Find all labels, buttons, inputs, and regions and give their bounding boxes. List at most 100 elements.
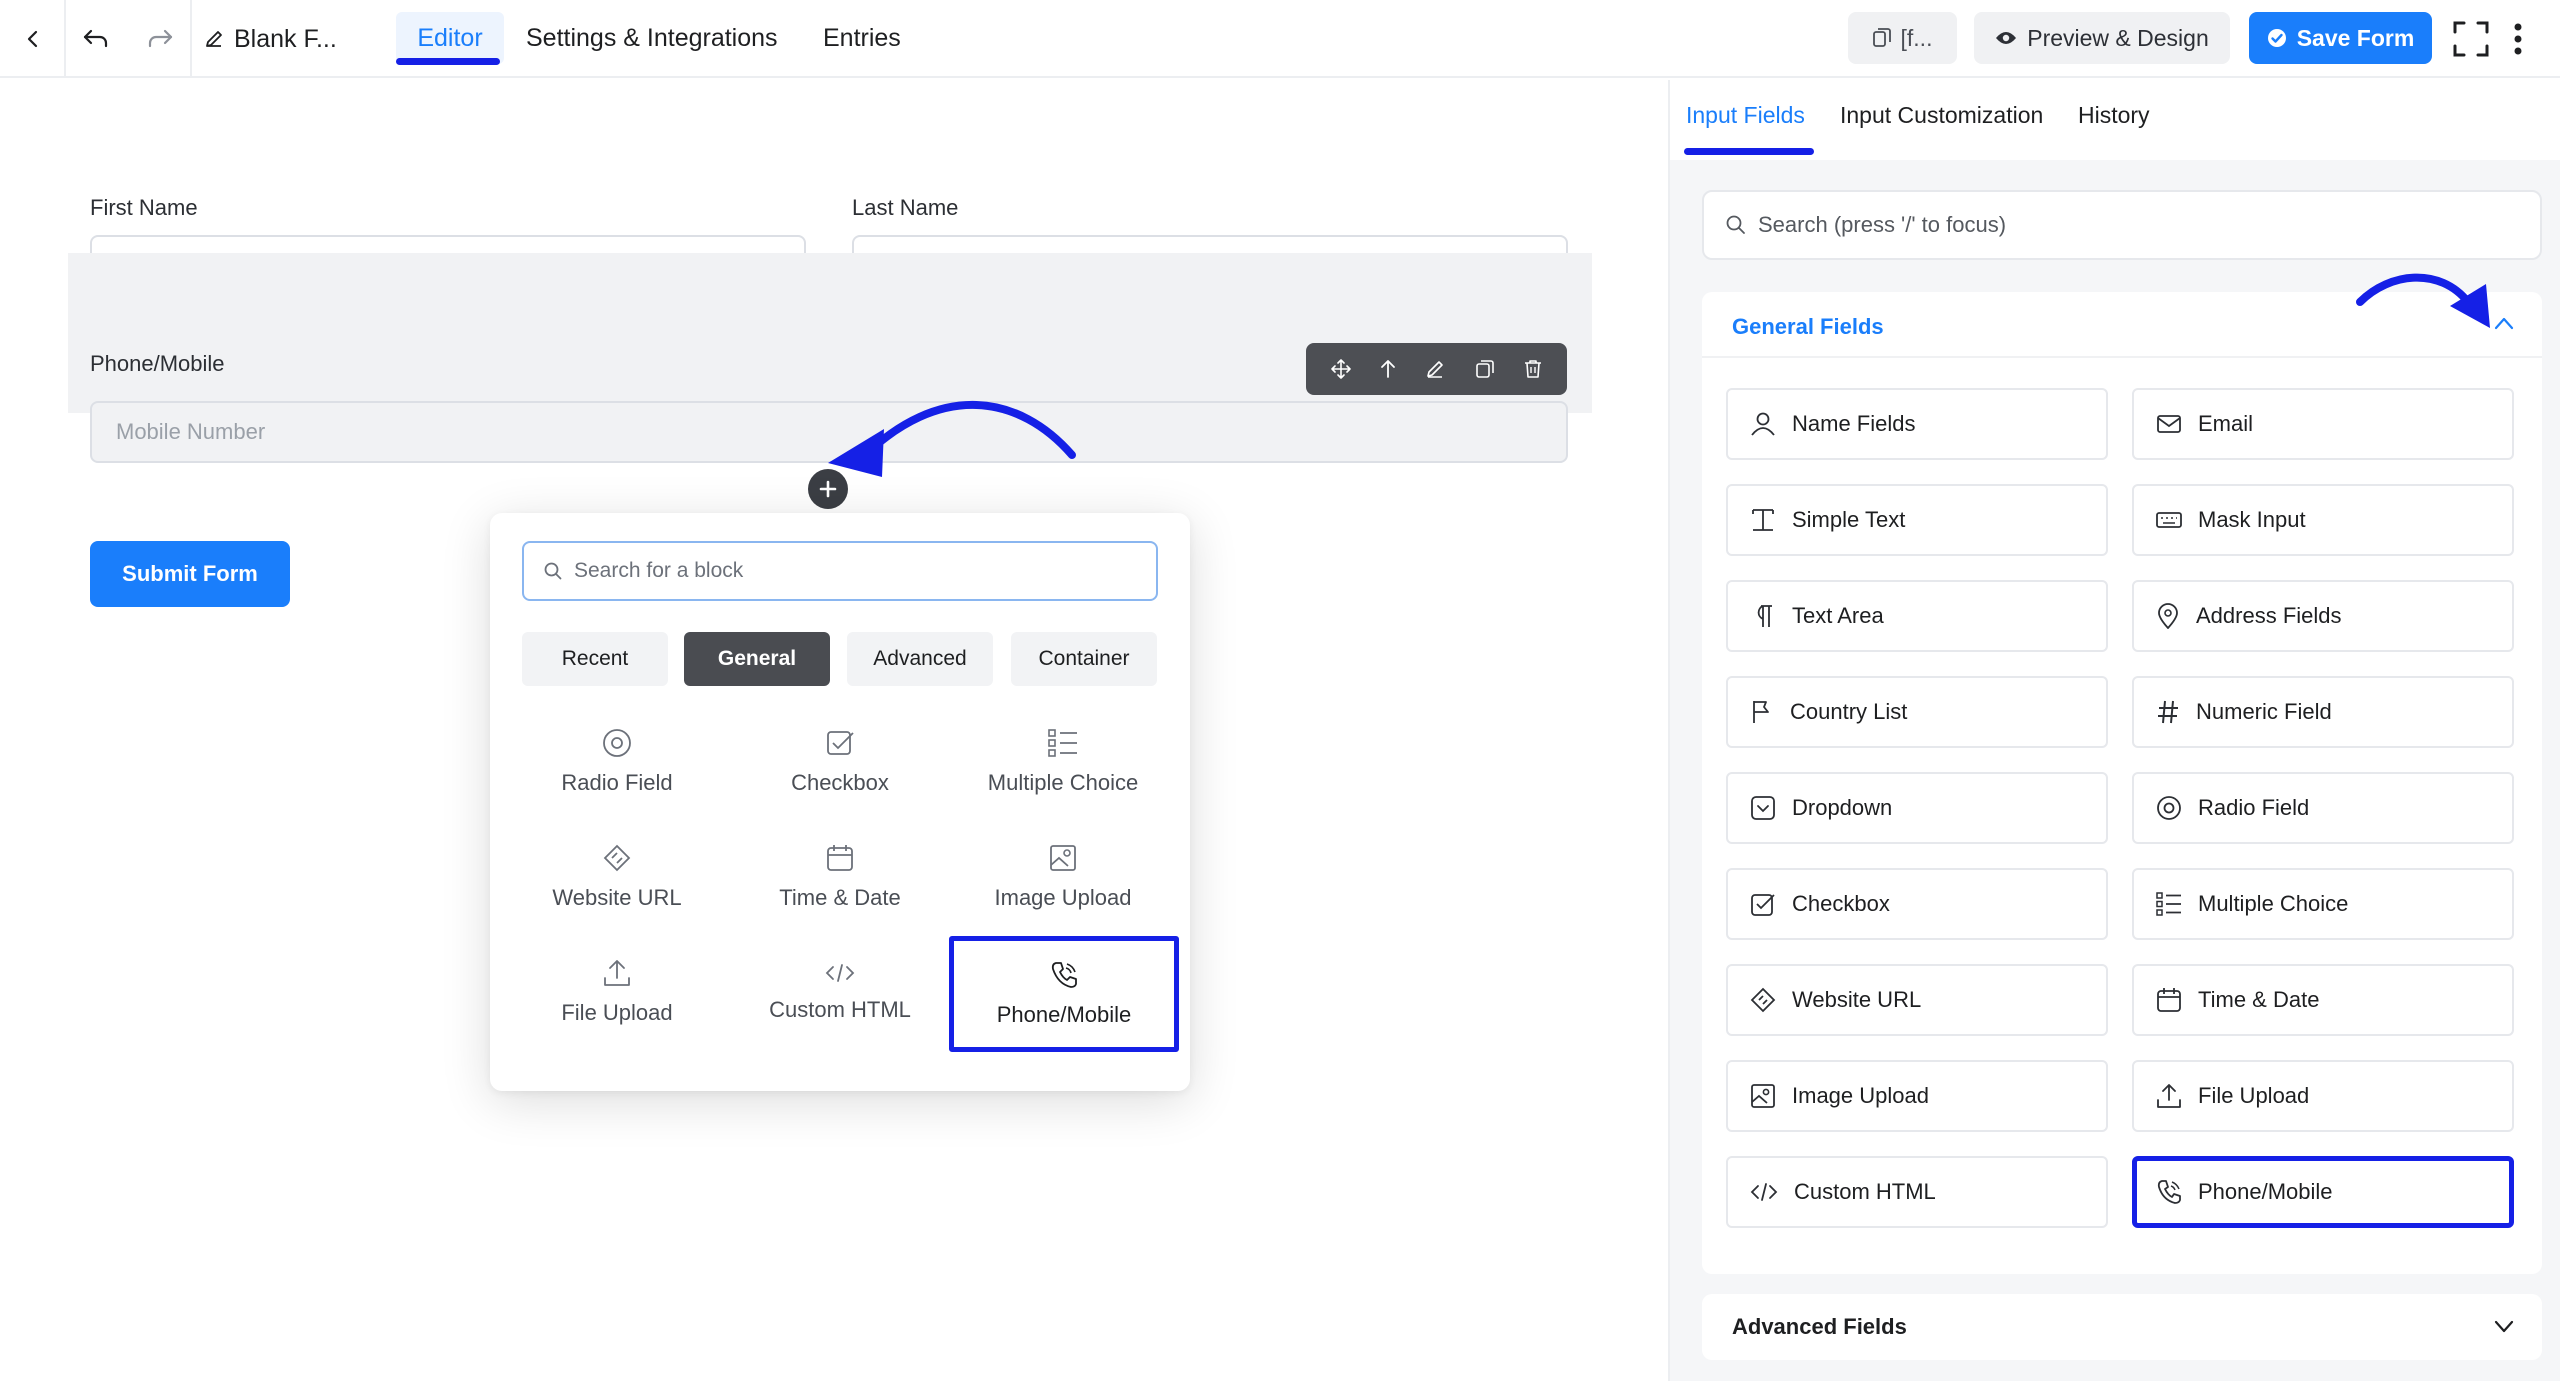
field-simple-text[interactable]: Simple Text xyxy=(1726,484,2108,556)
redo-icon[interactable] xyxy=(136,0,184,78)
block-search-input[interactable]: Search for a block xyxy=(522,541,1158,601)
shortcode-button[interactable]: [f... xyxy=(1848,12,1957,64)
field-numeric-field[interactable]: Numeric Field xyxy=(2132,676,2514,748)
text-icon xyxy=(1750,507,1776,533)
field-image-upload[interactable]: Image Upload xyxy=(1726,1060,2108,1132)
field-label: File Upload xyxy=(2198,1083,2310,1108)
category-tab-advanced[interactable]: Advanced xyxy=(847,632,993,686)
category-tab-container[interactable]: Container xyxy=(1011,632,1157,686)
sidebar-tabs: Input Fields Input Customization History xyxy=(1670,80,2560,160)
save-form-button[interactable]: Save Form xyxy=(2249,12,2432,64)
field-search-input[interactable]: Search (press '/' to focus) xyxy=(1702,190,2542,260)
field-time-date[interactable]: Time & Date xyxy=(2132,964,2514,1036)
annotation-underline xyxy=(396,58,500,65)
email-icon xyxy=(2156,414,2182,434)
block-time-date[interactable]: Time & Date xyxy=(740,827,940,927)
phone-label: Phone/Mobile xyxy=(90,351,225,376)
field-website-url[interactable]: Website URL xyxy=(1726,964,2108,1036)
field-label: Mask Input xyxy=(2198,507,2306,532)
tab-input-customization[interactable]: Input Customization xyxy=(1840,102,2043,129)
list-icon xyxy=(1048,728,1078,758)
last-name-label: Last Name xyxy=(852,195,959,220)
field-label: Phone/Mobile xyxy=(2198,1179,2333,1204)
annotation-arrow xyxy=(828,400,1076,477)
arrow-up-icon[interactable] xyxy=(1380,359,1396,379)
block-label: Website URL xyxy=(552,885,682,910)
field-checkbox[interactable]: Checkbox xyxy=(1726,868,2108,940)
move-icon[interactable] xyxy=(1330,359,1351,379)
field-text-area[interactable]: Text Area xyxy=(1726,580,2108,652)
form-title-text: Blank F... xyxy=(234,24,337,53)
more-options-icon[interactable] xyxy=(2504,0,2532,78)
block-file-upload[interactable]: File Upload xyxy=(517,942,717,1042)
field-dropdown[interactable]: Dropdown xyxy=(1726,772,2108,844)
form-title[interactable]: Blank F... xyxy=(204,0,337,78)
phone-icon xyxy=(1049,960,1079,990)
advanced-fields-section[interactable]: Advanced Fields xyxy=(1702,1294,2542,1360)
block-checkbox[interactable]: Checkbox xyxy=(740,712,940,812)
image-icon xyxy=(1750,1083,1776,1109)
submit-form-button[interactable]: Submit Form xyxy=(90,541,290,607)
tab-entries[interactable]: Entries xyxy=(823,12,901,64)
trash-icon[interactable] xyxy=(1524,359,1542,379)
upload-icon xyxy=(602,958,632,988)
field-multiple-choice[interactable]: Multiple Choice xyxy=(2132,868,2514,940)
flag-icon xyxy=(1750,699,1774,725)
field-address-fields[interactable]: Address Fields xyxy=(2132,580,2514,652)
block-image-upload[interactable]: Image Upload xyxy=(963,827,1163,927)
back-icon[interactable] xyxy=(8,0,58,78)
copy-icon xyxy=(1872,28,1891,48)
check-circle-icon xyxy=(2267,28,2287,48)
add-field-icon[interactable] xyxy=(808,469,848,509)
block-label: Time & Date xyxy=(779,885,901,910)
undo-icon[interactable] xyxy=(72,0,120,78)
list-icon xyxy=(2156,891,2182,917)
chevron-down-icon[interactable] xyxy=(2494,1320,2514,1334)
radio-icon xyxy=(602,728,632,758)
block-radio-field[interactable]: Radio Field xyxy=(517,712,717,812)
field-name-fields[interactable]: Name Fields xyxy=(1726,388,2108,460)
annotation-arrow xyxy=(2356,273,2490,328)
block-phone-mobile[interactable]: Phone/Mobile xyxy=(949,936,1179,1052)
block-multiple-choice[interactable]: Multiple Choice xyxy=(963,712,1163,812)
field-search-placeholder: Search (press '/' to focus) xyxy=(1758,212,2007,237)
field-label: Numeric Field xyxy=(2196,699,2332,724)
field-email[interactable]: Email xyxy=(2132,388,2514,460)
block-label: Multiple Choice xyxy=(987,770,1139,795)
edit-icon[interactable] xyxy=(1425,359,1445,379)
field-custom-html[interactable]: Custom HTML xyxy=(1726,1156,2108,1228)
tab-input-fields[interactable]: Input Fields xyxy=(1686,102,1805,129)
divider xyxy=(190,0,192,78)
field-label: Multiple Choice xyxy=(2198,891,2349,916)
field-country-list[interactable]: Country List xyxy=(1726,676,2108,748)
user-icon xyxy=(1750,411,1776,437)
block-website-url[interactable]: Website URL xyxy=(517,827,717,927)
block-label: Checkbox xyxy=(791,770,889,795)
category-tab-recent[interactable]: Recent xyxy=(522,632,668,686)
field-label: Dropdown xyxy=(1792,795,1893,820)
block-custom-html[interactable]: Custom HTML xyxy=(740,942,940,1042)
category-tab-general[interactable]: General xyxy=(684,632,830,686)
annotation-underline xyxy=(1684,148,1814,155)
search-icon xyxy=(1726,215,1746,235)
fullscreen-icon[interactable] xyxy=(2446,0,2496,78)
link-icon xyxy=(1750,987,1776,1013)
field-radio-field[interactable]: Radio Field xyxy=(2132,772,2514,844)
tab-editor[interactable]: Editor xyxy=(396,12,504,64)
block-label: File Upload xyxy=(561,1000,673,1025)
search-icon xyxy=(544,562,562,580)
field-phone-mobile[interactable]: Phone/Mobile xyxy=(2132,1156,2514,1228)
tab-history[interactable]: History xyxy=(2078,102,2150,129)
top-bar: Blank F... Editor Settings & Integration… xyxy=(0,0,2560,78)
field-file-upload[interactable]: File Upload xyxy=(2132,1060,2514,1132)
preview-design-button[interactable]: Preview & Design xyxy=(1974,12,2230,64)
eye-icon xyxy=(1995,30,2017,46)
field-mask-input[interactable]: Mask Input xyxy=(2132,484,2514,556)
calendar-icon xyxy=(825,843,855,873)
field-label: Image Upload xyxy=(1792,1083,1929,1108)
field-label: Name Fields xyxy=(1792,411,1916,436)
shortcode-label: [f... xyxy=(1900,24,1933,51)
duplicate-icon[interactable] xyxy=(1475,359,1495,379)
field-label: Custom HTML xyxy=(1794,1179,1936,1204)
tab-settings-integrations[interactable]: Settings & Integrations xyxy=(526,12,778,64)
